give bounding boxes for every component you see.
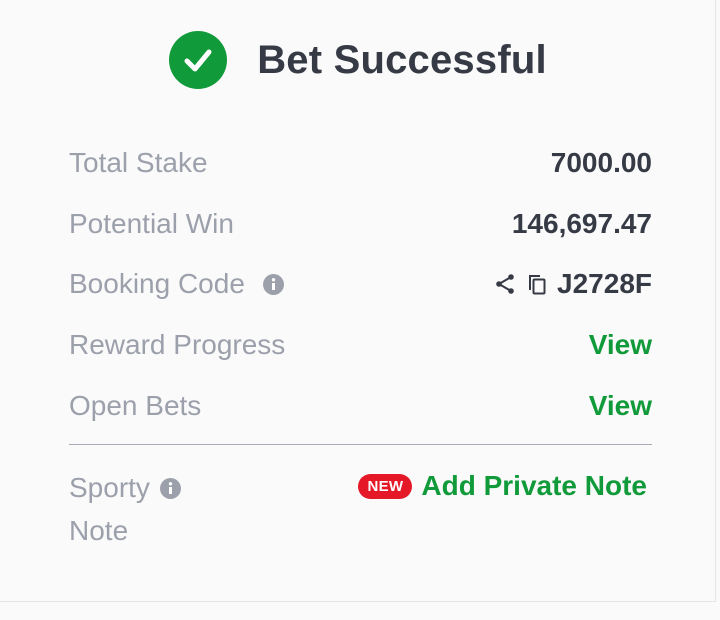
sporty-note-label-line1: Sporty <box>69 472 150 503</box>
total-stake-label: Total Stake <box>69 147 208 178</box>
add-private-note-label[interactable]: Add Private Note <box>421 470 647 502</box>
reward-progress-label: Reward Progress <box>69 329 286 360</box>
total-stake-value: 7000.00 <box>550 147 652 178</box>
total-stake-row: Total Stake 7000.00 <box>69 143 652 183</box>
divider <box>69 444 652 445</box>
booking-code-label: Booking Code <box>69 268 245 299</box>
header: Bet Successful <box>0 28 716 92</box>
bet-success-panel: Bet Successful Total Stake 7000.00 Poten… <box>0 0 716 602</box>
potential-win-label: Potential Win <box>69 208 234 239</box>
open-bets-view-link[interactable]: View <box>589 390 652 422</box>
open-bets-row: Open Bets View <box>69 386 652 426</box>
check-circle-icon <box>169 31 228 89</box>
page-title: Bet Successful <box>257 37 547 82</box>
share-icon[interactable] <box>493 272 517 296</box>
sporty-note-label: Sporty Note <box>69 466 269 552</box>
booking-code-value: J2728F <box>557 268 652 299</box>
copy-icon[interactable] <box>525 272 549 296</box>
new-badge: NEW <box>358 473 413 499</box>
note-info-icon[interactable] <box>159 478 181 499</box>
add-private-note-button[interactable]: NEW Add Private Note <box>358 466 647 506</box>
info-icon[interactable] <box>262 273 284 295</box>
reward-progress-view-link[interactable]: View <box>589 329 652 361</box>
booking-code-label-wrap: Booking Code <box>69 268 284 300</box>
reward-progress-row: Reward Progress View <box>69 325 652 365</box>
booking-code-actions: J2728F <box>493 268 652 300</box>
open-bets-label: Open Bets <box>69 390 202 421</box>
potential-win-value: 146,697.47 <box>511 208 652 239</box>
sporty-note-label-line2: Note <box>69 515 129 546</box>
booking-code-row: Booking Code J2728F <box>69 264 652 304</box>
potential-win-row: Potential Win 146,697.47 <box>69 204 652 244</box>
